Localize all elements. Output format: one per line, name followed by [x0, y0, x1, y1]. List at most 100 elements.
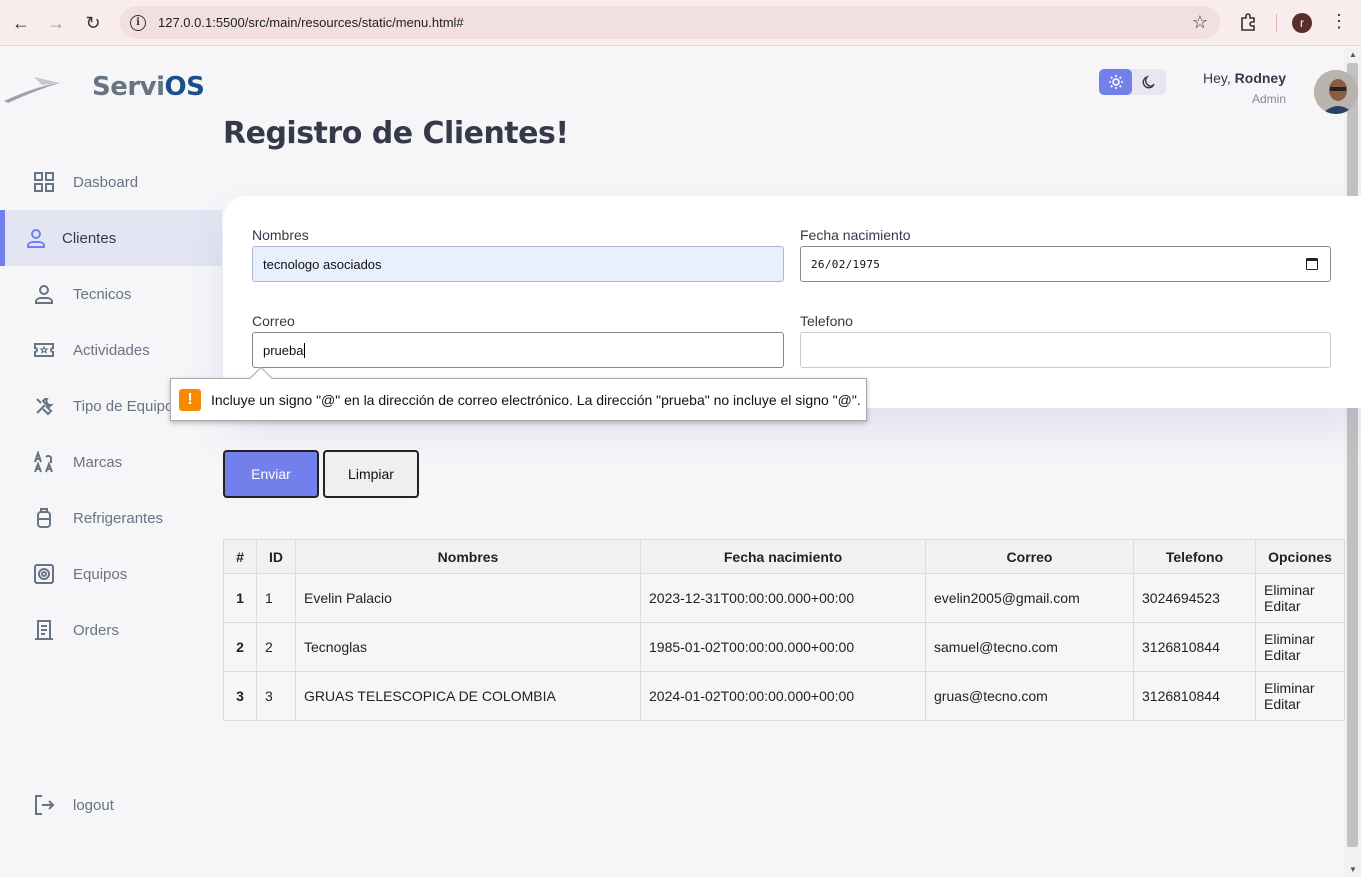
- user-role: Admin: [1251, 92, 1286, 106]
- sidebar-item-marcas[interactable]: Marcas: [0, 434, 222, 490]
- fecha-nacimiento-input[interactable]: 26/02/1975: [800, 246, 1331, 282]
- telefono-input[interactable]: [800, 332, 1331, 368]
- enviar-button[interactable]: Enviar: [223, 450, 319, 498]
- nombres-input[interactable]: tecnologo asociados: [252, 246, 784, 282]
- sidebar-item-label: Orders: [73, 621, 119, 639]
- page-scrollbar[interactable]: ▲ ▼: [1344, 47, 1361, 877]
- sidebar-item-equipos[interactable]: Equipos: [0, 546, 222, 602]
- cell-nombres: Tecnoglas: [295, 622, 641, 672]
- brand-logo: ServiOS: [0, 62, 205, 112]
- user-photo: [1314, 70, 1358, 114]
- cell-correo: samuel@tecno.com: [925, 622, 1134, 672]
- url-text[interactable]: 127.0.0.1:5500/src/main/resources/static…: [158, 15, 464, 30]
- text-caret: [304, 342, 306, 358]
- cell-id: 3: [256, 671, 296, 721]
- column-header: Opciones: [1255, 539, 1345, 574]
- sidebar-item-label: Dasboard: [73, 173, 139, 191]
- sidebar-item-orders[interactable]: Orders: [0, 602, 222, 658]
- cell-opciones: Eliminar Editar: [1255, 573, 1345, 623]
- cell-correo: gruas@tecno.com: [925, 671, 1134, 721]
- table-row: 1 1 Evelin Palacio 2023-12-31T00:00:00.0…: [223, 573, 1345, 623]
- logout-icon: [35, 795, 55, 815]
- tank-icon: [32, 506, 56, 530]
- sidebar-item-actividades[interactable]: Actividades: [0, 322, 222, 378]
- validation-message: Incluye un signo "@" en la dirección de …: [211, 391, 861, 408]
- column-header: #: [223, 539, 257, 574]
- editar-link[interactable]: Editar: [1264, 598, 1336, 614]
- sidebar-item-tecnicos[interactable]: Tecnicos: [0, 266, 222, 322]
- cell-correo: evelin2005@gmail.com: [925, 573, 1134, 623]
- ticket-icon: [32, 338, 56, 362]
- sidebar-item-refrigerantes[interactable]: Refrigerantes: [0, 490, 222, 546]
- eliminar-link[interactable]: Eliminar: [1264, 582, 1336, 598]
- cell-fecha: 2024-01-02T00:00:00.000+00:00: [640, 671, 926, 721]
- light-mode-icon[interactable]: [1099, 69, 1132, 95]
- table-row: 2 2 Tecnoglas 1985-01-02T00:00:00.000+00…: [223, 622, 1345, 672]
- person-icon: [32, 282, 56, 306]
- warning-icon: !: [179, 388, 201, 411]
- table-row: 3 3 GRUAS TELESCOPICA DE COLOMBIA 2024-0…: [223, 671, 1345, 721]
- extensions-icon[interactable]: [1238, 12, 1258, 32]
- browser-toolbar: ← → ↻ i 127.0.0.1:5500/src/main/resource…: [0, 0, 1361, 46]
- editar-link[interactable]: Editar: [1264, 696, 1336, 712]
- sidebar-item-label: Actividades: [73, 341, 150, 359]
- user-name: Rodney: [1234, 70, 1286, 86]
- scrollbar-thumb[interactable]: [1347, 63, 1358, 847]
- avatar[interactable]: [1314, 70, 1358, 114]
- site-info-icon[interactable]: i: [130, 14, 146, 31]
- sidebar-item-label: Clientes: [62, 229, 117, 247]
- user-profile-info: Hey, Rodney Admin: [1203, 70, 1286, 106]
- brand-name: ServiOS: [92, 72, 205, 102]
- cell-id: 1: [256, 573, 296, 623]
- sidebar-item-dasboard[interactable]: Dasboard: [0, 154, 222, 210]
- reload-icon[interactable]: ↻: [81, 11, 105, 35]
- scroll-up-icon[interactable]: ▲: [1349, 50, 1357, 59]
- cell-fecha: 2023-12-31T00:00:00.000+00:00: [640, 573, 926, 623]
- cell-opciones: Eliminar Editar: [1255, 622, 1345, 672]
- sidebar-item-label: Tipo de Equipo: [73, 397, 174, 415]
- logo-swoosh-icon: [4, 77, 60, 103]
- eliminar-link[interactable]: Eliminar: [1264, 631, 1336, 647]
- sidebar-item-label: Marcas: [73, 453, 123, 471]
- toolbar-divider: [1276, 14, 1277, 32]
- correo-label: Correo: [252, 313, 295, 329]
- nombres-label: Nombres: [252, 227, 309, 243]
- row-number: 1: [223, 573, 257, 623]
- sidebar-item-label: Refrigerantes: [73, 509, 164, 527]
- validation-tooltip: ! Incluye un signo "@" en la dirección d…: [170, 366, 867, 421]
- scroll-down-icon[interactable]: ▼: [1349, 865, 1357, 874]
- cell-fecha: 1985-01-02T00:00:00.000+00:00: [640, 622, 926, 672]
- dark-mode-icon[interactable]: [1132, 69, 1165, 95]
- correo-input[interactable]: prueba: [252, 332, 784, 368]
- sidebar-item-clientes[interactable]: Clientes: [0, 210, 222, 266]
- editar-link[interactable]: Editar: [1264, 647, 1336, 663]
- telefono-label: Telefono: [800, 313, 853, 329]
- receipt-icon: [32, 618, 56, 642]
- cell-nombres: Evelin Palacio: [295, 573, 641, 623]
- sidebar-item-label: Tecnicos: [73, 285, 132, 303]
- eliminar-link[interactable]: Eliminar: [1264, 680, 1336, 696]
- page-title: Registro de Clientes!: [223, 116, 569, 151]
- column-header: Correo: [925, 539, 1134, 574]
- column-header: Nombres: [295, 539, 641, 574]
- browser-menu-icon[interactable]: ⋮: [1330, 11, 1348, 32]
- column-header: Telefono: [1133, 539, 1256, 574]
- person-icon: [24, 226, 48, 250]
- theme-toggler[interactable]: [1099, 69, 1166, 95]
- translate-icon: [32, 450, 56, 474]
- forward-arrow-icon[interactable]: →: [44, 11, 68, 35]
- cell-telefono: 3126810844: [1133, 622, 1256, 672]
- bookmark-star-icon[interactable]: ☆: [1192, 12, 1208, 33]
- profile-avatar[interactable]: r: [1292, 13, 1312, 33]
- cell-telefono: 3126810844: [1133, 671, 1256, 721]
- limpiar-button[interactable]: Limpiar: [323, 450, 419, 498]
- clients-table: # ID Nombres Fecha nacimiento Correo Tel…: [223, 539, 1345, 721]
- calendar-icon[interactable]: [1306, 258, 1318, 270]
- table-header-row: # ID Nombres Fecha nacimiento Correo Tel…: [223, 539, 1345, 574]
- row-number: 2: [223, 622, 257, 672]
- address-bar[interactable]: i 127.0.0.1:5500/src/main/resources/stat…: [120, 6, 1220, 39]
- back-arrow-icon[interactable]: ←: [9, 11, 33, 35]
- logout-button[interactable]: logout: [32, 793, 114, 817]
- device-icon: [32, 562, 56, 586]
- grid-icon: [32, 170, 56, 194]
